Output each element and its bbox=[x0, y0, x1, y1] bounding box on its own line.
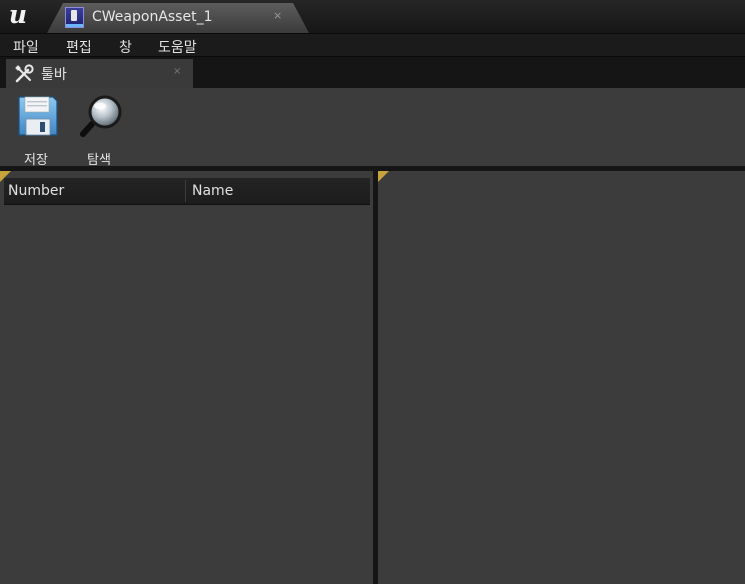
browse-button[interactable]: 탐색 bbox=[72, 94, 126, 168]
document-tab[interactable]: CWeaponAsset_1 × bbox=[47, 3, 309, 33]
panel-corner-marker bbox=[378, 171, 389, 182]
menu-window[interactable]: 창 bbox=[119, 37, 132, 57]
menu-file[interactable]: 파일 bbox=[13, 37, 39, 57]
save-button[interactable]: 저장 bbox=[9, 94, 63, 168]
floppy-disk-icon bbox=[18, 96, 58, 136]
data-asset-icon bbox=[65, 7, 84, 28]
column-header-name[interactable]: Name bbox=[192, 178, 233, 204]
toolbar-panel-tab[interactable]: 툴바 × bbox=[6, 59, 193, 88]
details-panel bbox=[378, 171, 745, 584]
column-header-number[interactable]: Number bbox=[8, 178, 64, 204]
unreal-engine-logo-icon[interactable]: u bbox=[3, 2, 33, 30]
wrench-screwdriver-icon bbox=[15, 64, 34, 83]
save-button-label: 저장 bbox=[24, 153, 48, 168]
list-header: Number Name bbox=[4, 178, 370, 205]
magnifier-icon bbox=[80, 95, 122, 137]
browse-button-label: 탐색 bbox=[87, 153, 111, 168]
column-divider[interactable] bbox=[185, 180, 186, 202]
title-bar: u CWeaponAsset_1 × bbox=[0, 0, 745, 33]
document-tab-title: CWeaponAsset_1 bbox=[92, 9, 213, 25]
menu-edit[interactable]: 편집 bbox=[66, 37, 92, 57]
toolbar: 저장 탐색 bbox=[0, 88, 745, 168]
list-panel: Number Name bbox=[0, 171, 373, 584]
menu-bar: 파일 편집 창 도움말 bbox=[0, 33, 745, 57]
close-tab-icon[interactable]: × bbox=[273, 9, 282, 22]
menu-help[interactable]: 도움말 bbox=[158, 37, 197, 57]
toolbar-tab-label: 툴바 bbox=[41, 67, 67, 83]
close-panel-icon[interactable]: × bbox=[173, 66, 181, 77]
